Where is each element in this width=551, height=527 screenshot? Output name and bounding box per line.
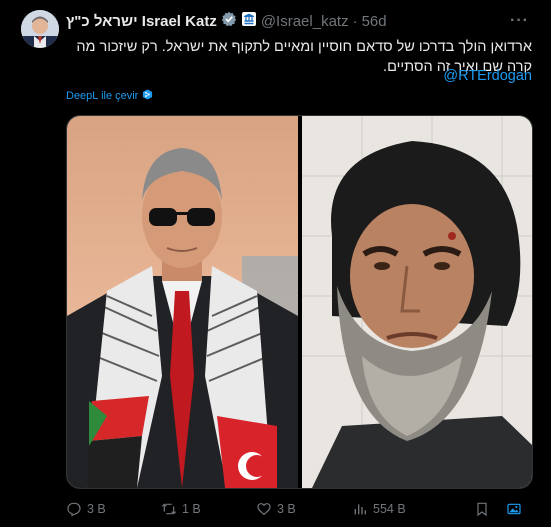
views-button[interactable]: 554 B bbox=[352, 501, 406, 517]
government-badge-icon bbox=[241, 11, 257, 31]
share-button[interactable] bbox=[506, 501, 522, 517]
reply-icon bbox=[67, 502, 81, 517]
author-name[interactable]: ישראל כ"ץ Israel Katz bbox=[66, 13, 217, 30]
tweet-time[interactable]: 56d bbox=[362, 13, 387, 30]
translate-link[interactable]: DeepL ile çevir bbox=[66, 89, 153, 103]
photo-erdogan-image bbox=[67, 116, 298, 488]
views-count: 554 B bbox=[373, 502, 406, 516]
avatar[interactable] bbox=[21, 10, 59, 48]
meta-separator: · bbox=[352, 12, 358, 30]
tweet-header: ישראל כ"ץ Israel Katz @Israel_katz · 56d bbox=[66, 11, 387, 31]
views-chart-icon bbox=[354, 504, 366, 515]
more-options-icon[interactable]: ··· bbox=[510, 12, 529, 30]
tweet-media[interactable] bbox=[66, 115, 533, 489]
reply-count: 3 B bbox=[87, 502, 106, 516]
media-photo-left[interactable] bbox=[67, 116, 298, 488]
heart-icon bbox=[257, 503, 271, 516]
bookmark-button[interactable] bbox=[474, 501, 490, 517]
deepl-icon bbox=[142, 89, 153, 103]
retweet-button[interactable]: 1 B bbox=[161, 501, 201, 517]
bookmark-icon bbox=[477, 502, 487, 517]
like-count: 3 B bbox=[277, 502, 296, 516]
tweet-actions: 3 B 1 B 3 B 554 B bbox=[66, 500, 532, 518]
media-photo-right[interactable] bbox=[301, 116, 532, 488]
translate-label[interactable]: DeepL ile çevir bbox=[66, 90, 138, 102]
mention-link[interactable]: @RTErdogan bbox=[443, 68, 532, 84]
reply-button[interactable]: 3 B bbox=[66, 501, 106, 517]
author-handle[interactable]: @Israel_katz bbox=[261, 13, 349, 30]
like-button[interactable]: 3 B bbox=[256, 501, 296, 517]
retweet-icon bbox=[161, 503, 177, 515]
avatar-image bbox=[21, 10, 59, 48]
verified-badge-icon bbox=[221, 11, 237, 31]
image-share-icon bbox=[507, 503, 521, 515]
photo-saddam-image bbox=[301, 116, 532, 488]
retweet-count: 1 B bbox=[182, 502, 201, 516]
